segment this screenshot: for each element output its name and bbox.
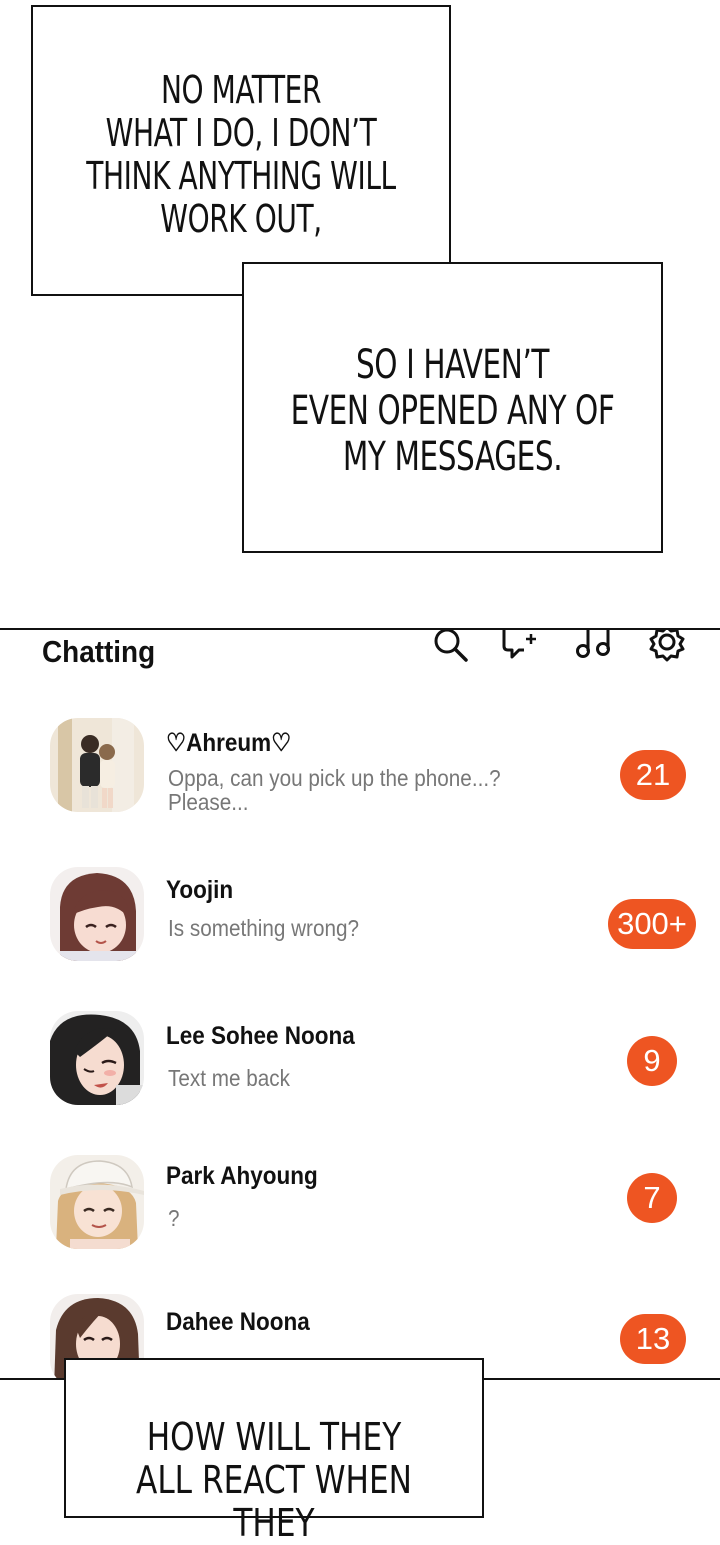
chat-name: Park Ahyoung bbox=[166, 1162, 318, 1190]
caption-connector bbox=[244, 264, 449, 294]
chat-preview: Oppa, can you pick up the phone...? Plea… bbox=[168, 765, 501, 815]
chat-name: Yoojin bbox=[166, 876, 234, 904]
unread-badge: 13 bbox=[620, 1314, 686, 1364]
chat-preview: Text me back bbox=[168, 1065, 290, 1091]
chat-preview: ? bbox=[168, 1205, 180, 1231]
caption-text-2: SO I HAVEN’T EVEN OPENED ANY OF MY MESSA… bbox=[290, 342, 615, 480]
chat-list-screen: Chatting ♡Ahreum♡ Oppa, can you pick up … bbox=[0, 628, 720, 1380]
search-icon[interactable] bbox=[430, 630, 470, 664]
unread-badge: 9 bbox=[627, 1036, 677, 1086]
chat-row-lee-sohee-noona[interactable]: Lee Sohee Noona Text me back 9 bbox=[0, 1006, 720, 1146]
chat-name: Dahee Noona bbox=[166, 1308, 310, 1336]
music-icon[interactable] bbox=[574, 630, 614, 664]
new-chat-icon[interactable] bbox=[498, 630, 540, 664]
unread-badge: 300+ bbox=[608, 899, 696, 949]
chat-name: ♡Ahreum♡ bbox=[166, 729, 292, 757]
avatar bbox=[50, 718, 144, 812]
unread-badge: 7 bbox=[627, 1173, 677, 1223]
caption-text-1: NO MATTER WHAT I DO, I DON’T THINK ANYTH… bbox=[86, 68, 396, 241]
caption-box-2: SO I HAVEN’T EVEN OPENED ANY OF MY MESSA… bbox=[242, 262, 663, 553]
avatar bbox=[50, 1011, 144, 1105]
avatar bbox=[50, 867, 144, 961]
chat-name: Lee Sohee Noona bbox=[166, 1022, 355, 1050]
unread-badge: 21 bbox=[620, 750, 686, 800]
chat-row-yoojin[interactable]: Yoojin Is something wrong? 300+ bbox=[0, 862, 720, 1002]
chat-row-ahreum[interactable]: ♡Ahreum♡ Oppa, can you pick up the phone… bbox=[0, 710, 720, 850]
caption-box-1: NO MATTER WHAT I DO, I DON’T THINK ANYTH… bbox=[31, 5, 451, 296]
caption-text-3: HOW WILL THEY ALL REACT WHEN THEY bbox=[135, 1415, 412, 1545]
chat-preview: Is something wrong? bbox=[168, 915, 360, 941]
page-title: Chatting bbox=[42, 634, 156, 669]
chat-row-park-ahyoung[interactable]: Park Ahyoung ? 7 bbox=[0, 1150, 720, 1290]
avatar bbox=[50, 1155, 144, 1249]
settings-icon[interactable] bbox=[646, 630, 688, 664]
caption-box-3: HOW WILL THEY ALL REACT WHEN THEY bbox=[64, 1358, 484, 1545]
